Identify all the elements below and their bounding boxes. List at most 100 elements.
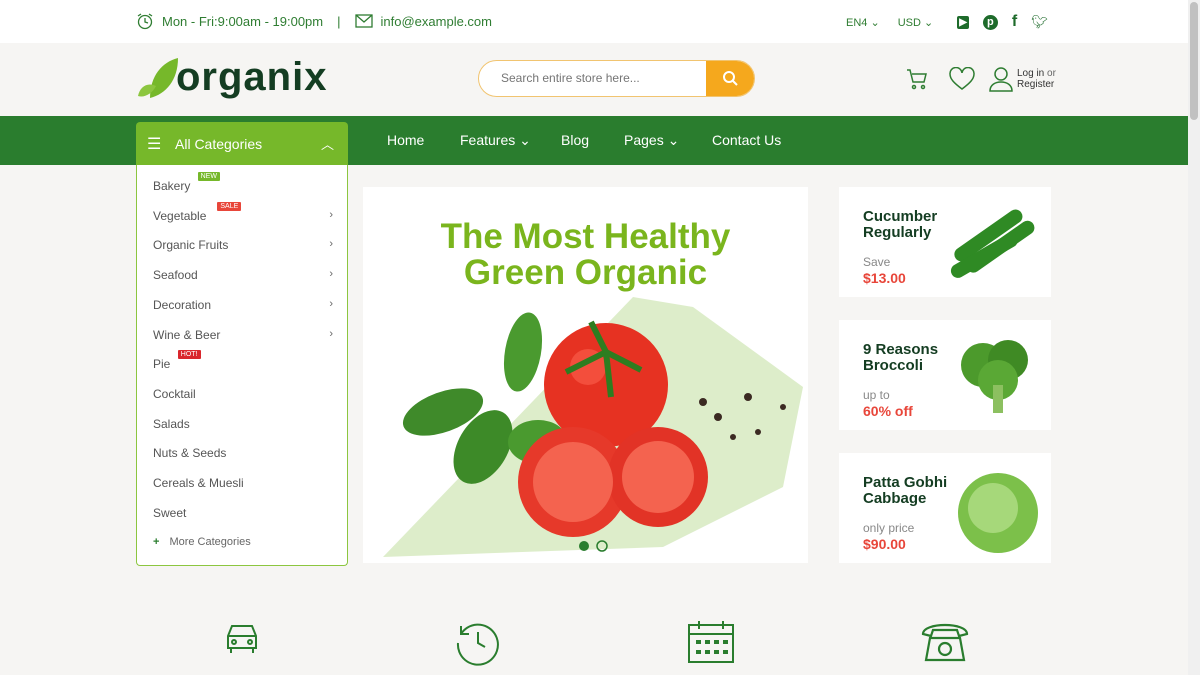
category-badge: NEW: [197, 172, 220, 181]
promo-card[interactable]: Patta Gobhi Cabbage only price $90.00: [839, 453, 1051, 563]
category-item[interactable]: Decoration ›: [153, 298, 333, 312]
header: organix Log in orRegister: [0, 43, 1188, 116]
search-box: [478, 60, 755, 97]
category-item[interactable]: Vegetable SALE ›: [153, 201, 333, 223]
more-categories-label: More Categories: [169, 536, 251, 548]
chevron-up-icon: ︿: [320, 137, 334, 152]
cart-icon[interactable]: [905, 67, 929, 91]
or-text: or: [1047, 68, 1056, 79]
category-item[interactable]: Cereals & Muesli: [153, 476, 333, 490]
slider-dot-1[interactable]: [579, 541, 589, 551]
category-item[interactable]: Wine & Beer ›: [153, 328, 333, 342]
nav-contact-us[interactable]: Contact Us: [712, 132, 781, 148]
chevron-right-icon: ›: [329, 208, 333, 221]
category-item[interactable]: Sweet: [153, 506, 333, 520]
logo-text: organix: [176, 55, 328, 99]
plus-icon: +: [153, 536, 160, 548]
alarm-clock-icon: [137, 13, 153, 30]
category-badge: HOT!: [177, 350, 201, 360]
promo-title-line1: Patta Gobhi: [863, 474, 948, 491]
promo-product-image: [961, 340, 1028, 413]
promo-product-image: [958, 473, 1038, 553]
category-item[interactable]: Organic Fruits ›: [153, 238, 333, 252]
car-icon: [222, 620, 262, 661]
nav-features[interactable]: Features ⌄: [460, 132, 531, 149]
nav-blog[interactable]: Blog: [561, 132, 589, 148]
nav-features-label: Features: [460, 132, 516, 148]
promo-price: $13.00: [863, 270, 906, 286]
scrollbar[interactable]: [1188, 0, 1200, 675]
category-label: Decoration: [153, 297, 212, 312]
pinterest-icon[interactable]: p: [982, 14, 998, 30]
promo-title-line2: Broccoli: [863, 357, 924, 374]
logo[interactable]: organix: [136, 55, 327, 100]
promo-title: 9 Reasons Broccoli: [863, 342, 938, 374]
category-label: Vegetable: [153, 208, 207, 223]
chevron-right-icon: ›: [329, 268, 333, 281]
hero-vegetables-image: [383, 297, 803, 557]
scrollbar-thumb[interactable]: [1190, 2, 1198, 120]
youtube-icon[interactable]: ▶: [957, 15, 969, 29]
leaf-logo-icon: [138, 57, 178, 98]
category-item[interactable]: Salads: [153, 417, 333, 431]
category-list: + More Categories Bakery NEW Vegetable SALE ›…: [136, 165, 348, 566]
promo-title: Cucumber Regularly: [863, 209, 937, 241]
all-categories-toggle[interactable]: ☰ All Categories ︿: [136, 122, 348, 165]
promo-title-line2: Cabbage: [863, 490, 927, 507]
store-hours: Mon - Fri:9:00am - 19:00pm: [162, 13, 324, 29]
promo-subtitle: only price: [863, 521, 915, 535]
category-item[interactable]: Pie HOT!: [153, 350, 333, 372]
language-value: EN4: [846, 16, 868, 29]
separator: |: [337, 13, 341, 29]
promo-title-line2: Regularly: [863, 224, 932, 241]
facebook-icon[interactable]: f: [1012, 13, 1017, 31]
nav-home[interactable]: Home: [387, 132, 424, 148]
category-item[interactable]: Nuts & Seeds: [153, 446, 333, 460]
promo-card[interactable]: 9 Reasons Broccoli up to 60% off: [839, 320, 1051, 430]
category-label: Cereals & Muesli: [153, 476, 244, 490]
category-label: Bakery: [153, 179, 191, 193]
category-item[interactable]: Seafood ›: [153, 268, 333, 282]
search-button[interactable]: [706, 61, 754, 96]
twitter-icon[interactable]: 🐦︎: [1031, 14, 1048, 30]
mail-icon: [354, 14, 373, 28]
nav-pages-label: Pages: [624, 132, 664, 148]
chevron-right-icon: ›: [329, 327, 333, 340]
wishlist-heart-icon[interactable]: [949, 67, 975, 91]
login-link[interactable]: Log in: [1017, 68, 1044, 79]
register-link[interactable]: Register: [1017, 79, 1054, 90]
category-label: Cocktail: [153, 386, 196, 401]
email-link[interactable]: info@example.com: [381, 14, 492, 29]
category-label: Sweet: [153, 505, 187, 520]
category-item[interactable]: Bakery NEW: [153, 172, 333, 193]
all-categories-label: All Categories: [175, 136, 263, 152]
category-label: Pie: [153, 357, 171, 372]
search-icon: [723, 71, 738, 86]
promo-product-image: [950, 209, 1035, 278]
telephone-icon: [920, 620, 970, 667]
category-label: Wine & Beer: [153, 327, 221, 342]
promo-card[interactable]: Cucumber Regularly Save $13.00: [839, 187, 1051, 297]
category-label: Nuts & Seeds: [153, 446, 227, 461]
language-select[interactable]: EN4 ⌄: [846, 16, 880, 29]
promo-price: 60% off: [863, 403, 913, 419]
calendar-icon: [687, 620, 735, 669]
category-badge: SALE: [217, 201, 242, 211]
category-label: Organic Fruits: [153, 238, 229, 253]
promo-subtitle: Save: [863, 255, 891, 269]
more-categories-link[interactable]: + More Categories: [153, 536, 251, 548]
promo-subtitle: up to: [863, 388, 890, 402]
nav-pages[interactable]: Pages ⌄: [624, 132, 679, 149]
clock-return-icon: [455, 620, 501, 671]
currency-select[interactable]: USD ⌄: [898, 16, 934, 29]
promo-title: Patta Gobhi Cabbage: [863, 475, 947, 507]
promo-price: $90.00: [863, 536, 906, 552]
search-input[interactable]: [501, 71, 701, 85]
user-icon[interactable]: [989, 66, 1013, 92]
top-bar: Mon - Fri:9:00am - 19:00pm | info@exampl…: [0, 0, 1188, 43]
chevron-right-icon: ›: [329, 238, 333, 251]
currency-value: USD: [897, 16, 921, 29]
category-label: Salads: [153, 416, 190, 431]
hero-banner: The Most Healthy Green Organic: [363, 187, 808, 563]
category-item[interactable]: Cocktail: [153, 387, 333, 401]
